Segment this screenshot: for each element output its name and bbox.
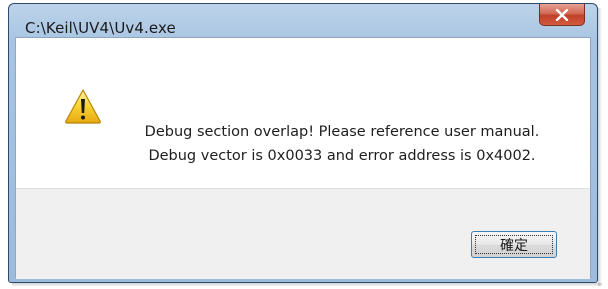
message-area: Debug section overlap! Please reference … bbox=[16, 38, 590, 188]
ok-button[interactable]: 確定 bbox=[471, 231, 557, 258]
ok-button-label: 確定 bbox=[500, 237, 528, 254]
close-x-icon bbox=[555, 8, 569, 21]
message-line-1: Debug section overlap! Please reference … bbox=[144, 124, 540, 140]
button-bar: 確定 bbox=[16, 188, 590, 279]
message-line-2: Debug vector is 0x0033 and error address… bbox=[148, 148, 536, 164]
message-dialog: C:\Keil\UV4\Uv4.exe Debug section overla… bbox=[8, 3, 598, 283]
window-shadow-right bbox=[598, 8, 602, 286]
warning-icon bbox=[65, 89, 101, 124]
close-button[interactable] bbox=[539, 4, 585, 26]
window-title: C:\Keil\UV4\Uv4.exe bbox=[25, 19, 176, 37]
title-bar[interactable]: C:\Keil\UV4\Uv4.exe bbox=[9, 4, 597, 37]
message-text: Debug section overlap! Please reference … bbox=[122, 120, 562, 168]
dialog-content: Debug section overlap! Please reference … bbox=[15, 37, 591, 279]
window-shadow-bottom bbox=[12, 283, 602, 287]
